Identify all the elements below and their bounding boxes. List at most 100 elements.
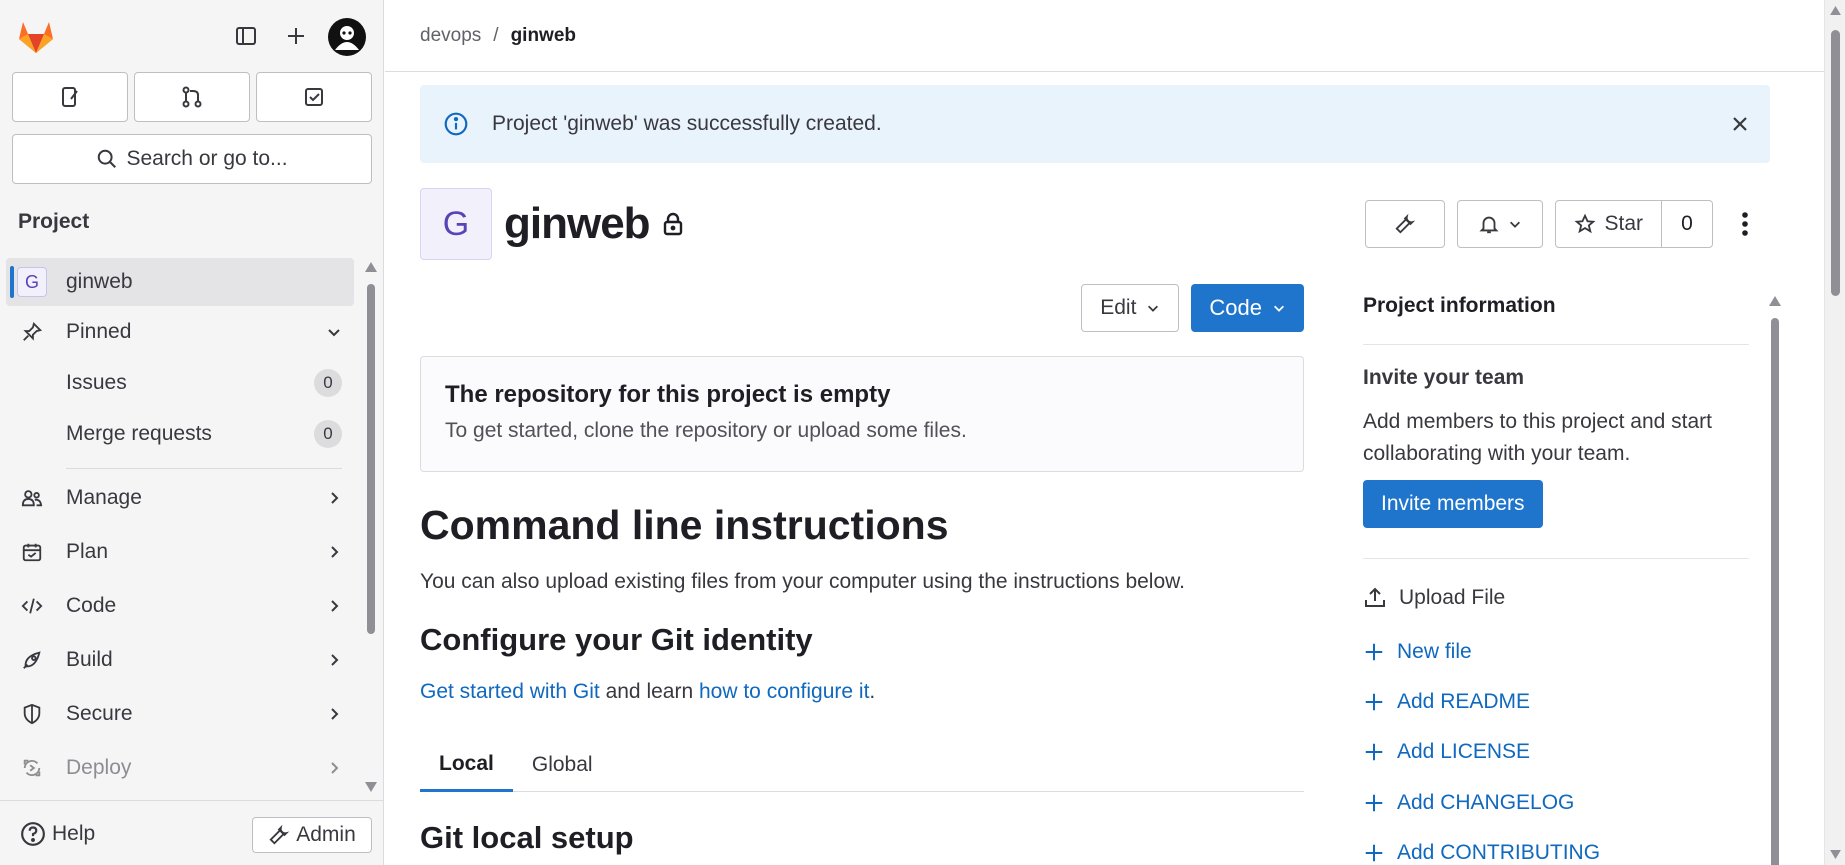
divider [1363,344,1749,345]
edit-button[interactable]: Edit [1081,284,1180,332]
sidebar-scrollbar[interactable] [362,262,380,792]
sidebar-section-title: Project [18,210,90,233]
close-icon[interactable] [1710,114,1770,134]
alert-message: Project 'ginweb' was successfully create… [492,112,882,135]
help-label: Help [52,822,96,845]
sidebar-toggle-icon[interactable] [228,18,264,54]
chevron-down-icon [1510,221,1521,228]
sidebar-item-pinned[interactable]: Pinned [6,308,354,356]
star-button[interactable]: Star [1556,201,1662,247]
upload-file-link[interactable]: Upload File [1363,586,1505,610]
link-label: Add README [1397,690,1531,713]
todo-button[interactable] [256,72,372,122]
code-button[interactable]: Code [1191,284,1304,332]
tab-local[interactable]: Local [420,738,513,792]
sidebar-item-label: Build [66,648,113,671]
edit-label: Edit [1100,296,1137,319]
sidebar-item-manage[interactable]: Manage [6,474,354,522]
main-content: devops / ginweb Project 'ginweb' was suc… [385,0,1825,865]
merge-requests-button[interactable] [134,72,250,122]
add-license-link[interactable]: Add LICENSE [1363,740,1530,764]
configure-text: Get started with Git and learn how to co… [420,680,875,704]
users-icon [6,487,58,509]
project-avatar: G [420,188,492,260]
add-changelog-link[interactable]: Add CHANGELOG [1363,791,1574,815]
sidebar-item-label: Secure [66,702,133,725]
add-readme-link[interactable]: Add README [1363,690,1530,714]
search-icon [98,149,117,168]
sidebar-item-label: Manage [66,486,142,509]
tab-global[interactable]: Global [513,738,612,792]
admin-button[interactable]: Admin [252,817,372,853]
sidebar-item-label: Deploy [66,756,132,779]
bell-icon [1479,216,1500,234]
configure-end-text: . [869,680,876,703]
calendar-icon [6,541,58,563]
more-actions-icon[interactable] [1725,200,1765,248]
sidebar-item-merge-requests[interactable]: Merge requests 0 [6,411,354,457]
add-contributing-link[interactable]: Add CONTRIBUTING [1363,841,1600,865]
new-file-link[interactable]: New file [1363,640,1472,664]
sidebar-item-plan[interactable]: Plan [6,528,354,576]
breadcrumb-separator: / [493,24,499,46]
settings-button[interactable] [1365,200,1446,248]
plus-icon [1365,643,1383,661]
star-label: Star [1604,212,1643,235]
user-avatar[interactable] [328,18,366,56]
count-badge: 0 [314,369,342,397]
breadcrumb: devops / ginweb [385,0,1825,72]
star-count[interactable]: 0 [1662,201,1712,247]
plus-icon [1365,693,1383,711]
invite-title: Invite your team [1363,366,1525,389]
instructions-title: Command line instructions [420,502,949,548]
invite-text: Add members to this project and start co… [1363,410,1712,465]
panel-scrollbar[interactable] [1766,290,1784,865]
link-label: New file [1397,640,1472,663]
sidebar-item-secure[interactable]: Secure [6,690,354,738]
link-label: Add CHANGELOG [1397,791,1575,814]
search-button[interactable]: Search or go to... [12,134,372,184]
sidebar-item-issues[interactable]: Issues 0 [6,360,354,406]
plus-icon [1365,743,1383,761]
breadcrumb-parent[interactable]: devops [420,25,481,47]
help-icon [21,822,45,846]
gitlab-logo-icon[interactable] [16,16,56,56]
instructions-intro: You can also upload existing files from … [420,570,1185,593]
count-badge: 0 [314,420,342,448]
star-button-group: Star 0 [1555,200,1713,248]
chevron-right-icon [314,706,354,722]
notifications-button[interactable] [1457,200,1544,248]
divider [1363,558,1749,559]
repo-actions: Edit Code [1081,284,1304,332]
sidebar-item-project[interactable]: G ginweb [6,258,354,306]
page-scrollbar[interactable] [1824,0,1845,865]
configure-link[interactable]: how to configure it [699,680,869,703]
breadcrumb-current[interactable]: ginweb [511,25,576,47]
sidebar-item-deploy[interactable]: Deploy [6,744,354,792]
success-alert: Project 'ginweb' was successfully create… [420,85,1770,163]
chevron-down-icon [314,324,354,340]
divider [66,468,342,469]
sidebar-item-label: Code [66,594,117,617]
help-button[interactable]: Help [20,821,95,847]
plus-icon[interactable] [278,18,314,54]
upload-file-label: Upload File [1399,586,1506,609]
project-header: G ginweb [420,188,684,260]
invite-members-button[interactable]: Invite members [1363,480,1543,528]
sidebar-footer: Help Admin [0,800,384,865]
project-information-panel: Project information Invite your team Add… [1363,284,1749,865]
chevron-right-icon [314,490,354,506]
link-label: Add CONTRIBUTING [1397,841,1601,864]
sidebar-item-code[interactable]: Code [6,582,354,630]
empty-repo-title: The repository for this project is empty [445,381,891,408]
quick-actions [12,72,372,122]
get-started-link[interactable]: Get started with Git [420,680,600,703]
admin-label: Admin [296,823,356,846]
search-label: Search or go to... [126,147,288,170]
wrench-icon [269,824,290,845]
star-icon [1574,213,1597,234]
assigned-issues-button[interactable] [12,72,128,122]
deploy-icon [6,757,58,779]
configure-title: Configure your Git identity [420,622,813,657]
sidebar-item-build[interactable]: Build [6,636,354,684]
